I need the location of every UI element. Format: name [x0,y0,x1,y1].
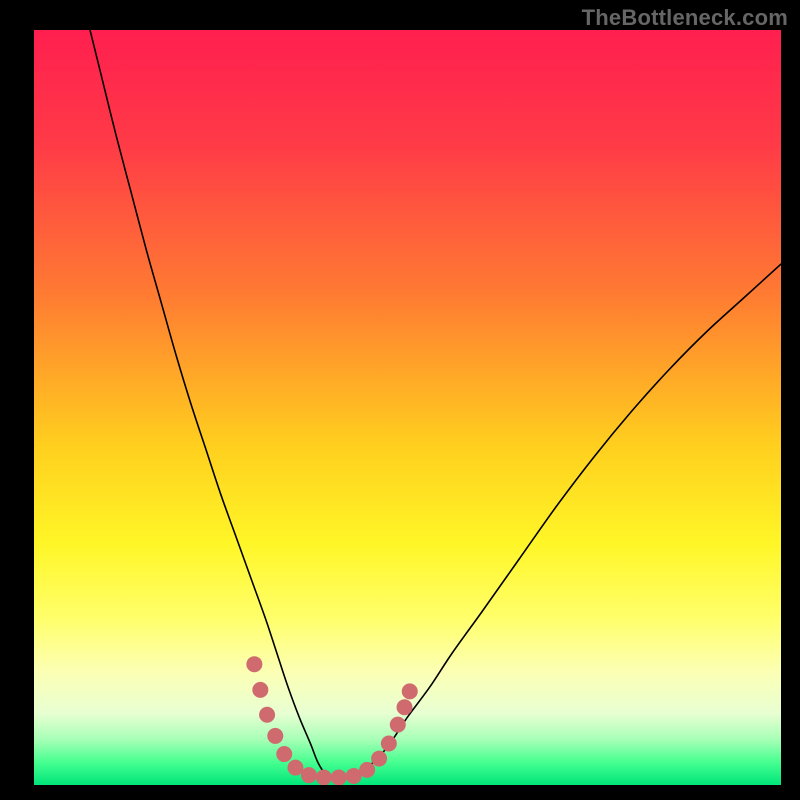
chart-stage: TheBottleneck.com [0,0,800,800]
trough-marker [397,699,413,715]
watermark-text: TheBottleneck.com [582,5,788,31]
trough-marker [381,735,397,751]
trough-marker [301,767,317,783]
trough-marker [287,760,303,776]
trough-marker [267,728,283,744]
trough-marker [359,762,375,778]
plot-background [34,30,781,785]
trough-marker [371,751,387,767]
trough-marker [402,683,418,699]
trough-marker [276,746,292,762]
trough-marker [331,769,347,785]
trough-marker [259,707,275,723]
trough-marker [252,682,268,698]
trough-marker [390,717,406,733]
trough-marker [246,656,262,672]
bottleneck-chart [0,0,800,800]
trough-marker [316,769,332,785]
